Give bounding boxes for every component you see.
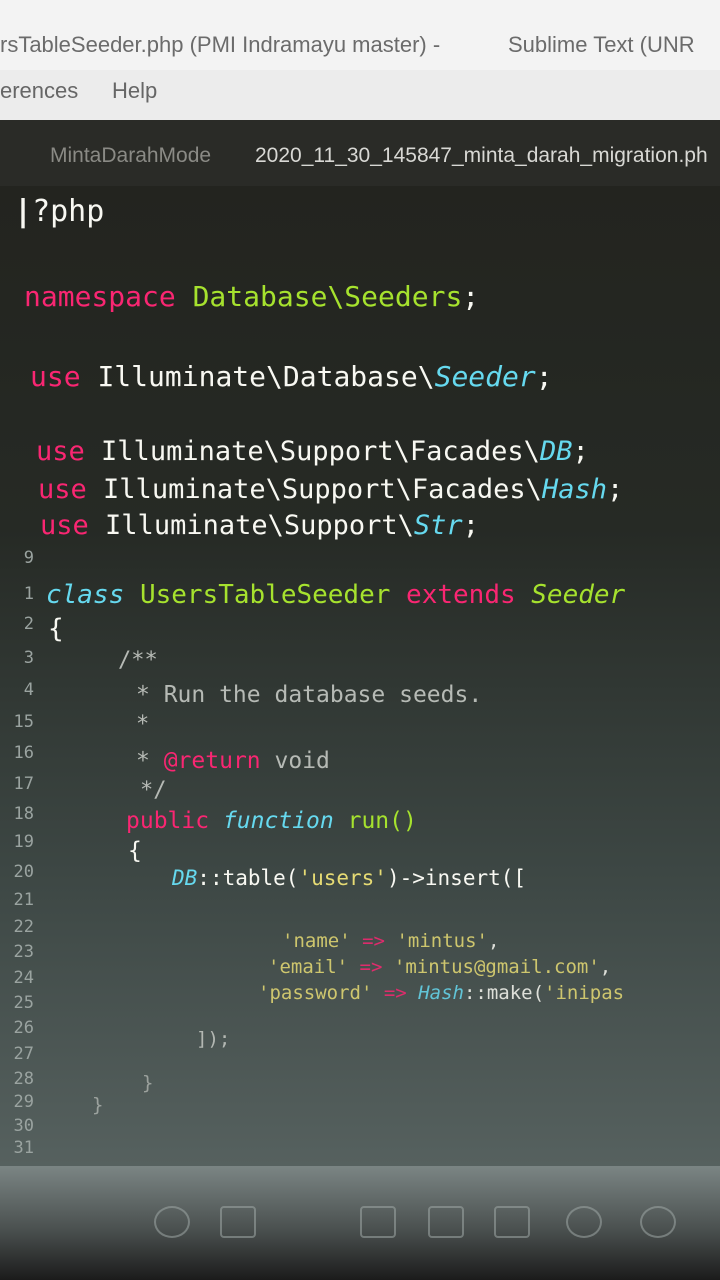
app-icon[interactable]: [360, 1206, 396, 1238]
code-line-class-close: }: [92, 1094, 104, 1116]
app-name: Sublime Text (UNR: [508, 32, 695, 57]
search-icon[interactable]: [154, 1206, 190, 1238]
text-cursor: |: [14, 194, 33, 229]
code-line-class-open: {: [48, 614, 64, 644]
code-line-function-open: {: [128, 838, 142, 864]
line-number: 26: [13, 1018, 34, 1038]
code-line-password: 'password' => Hash::make('inipas: [258, 982, 625, 1004]
code-line-class: class UsersTableSeeder extends Seeder: [46, 580, 626, 610]
code-editor[interactable]: 9 1 2 3 4 15 16 17 18 19 20 21 22 23 24 …: [0, 186, 720, 1166]
line-number: 19: [13, 832, 34, 852]
line-number: 28: [13, 1069, 34, 1089]
line-number: 22: [13, 917, 34, 937]
menu-item-help[interactable]: Help: [112, 78, 157, 104]
code-line-php-open: |?php: [14, 194, 105, 229]
code-line-doc-close: */: [140, 778, 167, 803]
line-number: 27: [13, 1044, 34, 1064]
menu-item-preferences[interactable]: erences: [0, 78, 78, 104]
code-line-use-seeder: use Illuminate\Database\Seeder;: [30, 360, 553, 393]
code-line-doc-open: /**: [118, 648, 158, 673]
taskbar: [0, 1166, 720, 1280]
line-number: 29: [13, 1092, 34, 1112]
code-line-function-close: }: [142, 1072, 154, 1094]
line-number: 24: [13, 968, 34, 988]
window-title: rsTableSeeder.php (PMI Indramayu master)…: [0, 32, 441, 57]
line-number: 20: [13, 862, 34, 882]
line-number: 31: [13, 1138, 34, 1158]
line-number: 25: [13, 993, 34, 1013]
code-line-email: 'email' => 'mintus@gmail.com',: [268, 956, 612, 978]
code-line-db-insert: DB::table('users')->insert([: [172, 866, 527, 890]
code-content: |?php namespace Database\Seeders; use Il…: [0, 186, 625, 1116]
code-line-use-db: use Illuminate\Support\Facades\DB;: [36, 436, 589, 467]
code-line-use-str: use Illuminate\Support\Str;: [40, 510, 479, 541]
line-number: 21: [13, 890, 34, 910]
tab-migration-file[interactable]: 2020_11_30_145847_minta_darah_migration.…: [255, 144, 708, 168]
code-line-doc-desc: * Run the database seeds.: [136, 682, 483, 708]
code-line-name: 'name' => 'mintus',: [282, 930, 500, 952]
code-line-use-hash: use Illuminate\Support\Facades\Hash;: [38, 474, 624, 505]
app-icon[interactable]: [494, 1206, 530, 1238]
menu-bar: erences Help: [0, 70, 720, 120]
task-view-icon[interactable]: [220, 1206, 256, 1238]
tab-minta-darah-model[interactable]: MintaDarahMode: [50, 144, 211, 168]
app-icon[interactable]: [428, 1206, 464, 1238]
code-line-close-insert: ]);: [196, 1028, 231, 1050]
code-line-doc-return: * @return void: [136, 748, 330, 774]
code-line-namespace: namespace Database\Seeders;: [24, 280, 480, 313]
browser-icon[interactable]: [566, 1206, 602, 1238]
window-titlebar: rsTableSeeder.php (PMI Indramayu master)…: [0, 0, 720, 70]
line-number: 30: [13, 1116, 34, 1136]
code-line-doc-blank: *: [136, 712, 150, 737]
browser-icon[interactable]: [640, 1206, 676, 1238]
code-line-function: public function run(): [126, 808, 417, 834]
line-number: 23: [13, 942, 34, 962]
tab-bar: MintaDarahMode 2020_11_30_145847_minta_d…: [0, 120, 720, 186]
